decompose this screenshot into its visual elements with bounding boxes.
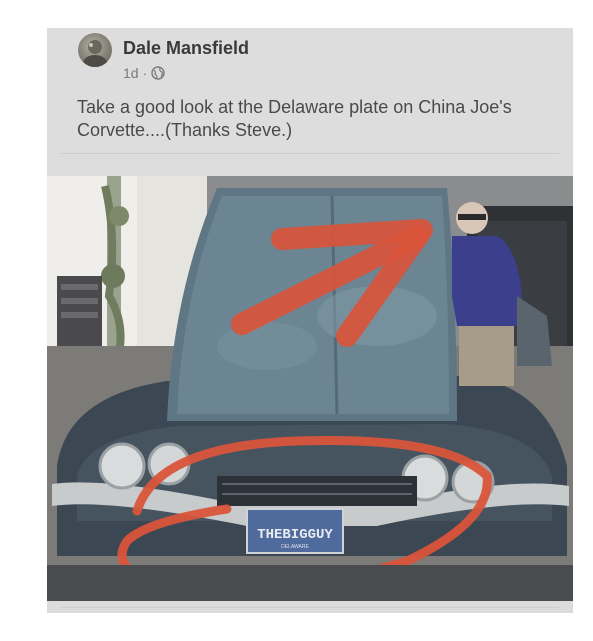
footer-divider [61, 607, 559, 608]
author-name[interactable]: Dale Mansfield [123, 38, 249, 59]
header-divider [61, 153, 559, 154]
license-plate-text: THEBIGGUY [257, 527, 333, 543]
post-header: Dale Mansfield 1d · Take a good look at … [47, 28, 573, 176]
avatar[interactable] [78, 33, 112, 67]
post-meta: 1d · [123, 65, 165, 81]
photo-footer-bar [47, 565, 573, 601]
meta-separator: · [142, 65, 148, 81]
globe-icon [151, 66, 165, 80]
license-plate-state: DELAWARE [281, 544, 309, 550]
post-card: Dale Mansfield 1d · Take a good look at … [47, 28, 573, 613]
post-text: Take a good look at the Delaware plate o… [77, 97, 512, 140]
post-photo[interactable]: THEBIGGUY DELAWARE [47, 176, 573, 601]
post-time[interactable]: 1d [123, 65, 139, 81]
